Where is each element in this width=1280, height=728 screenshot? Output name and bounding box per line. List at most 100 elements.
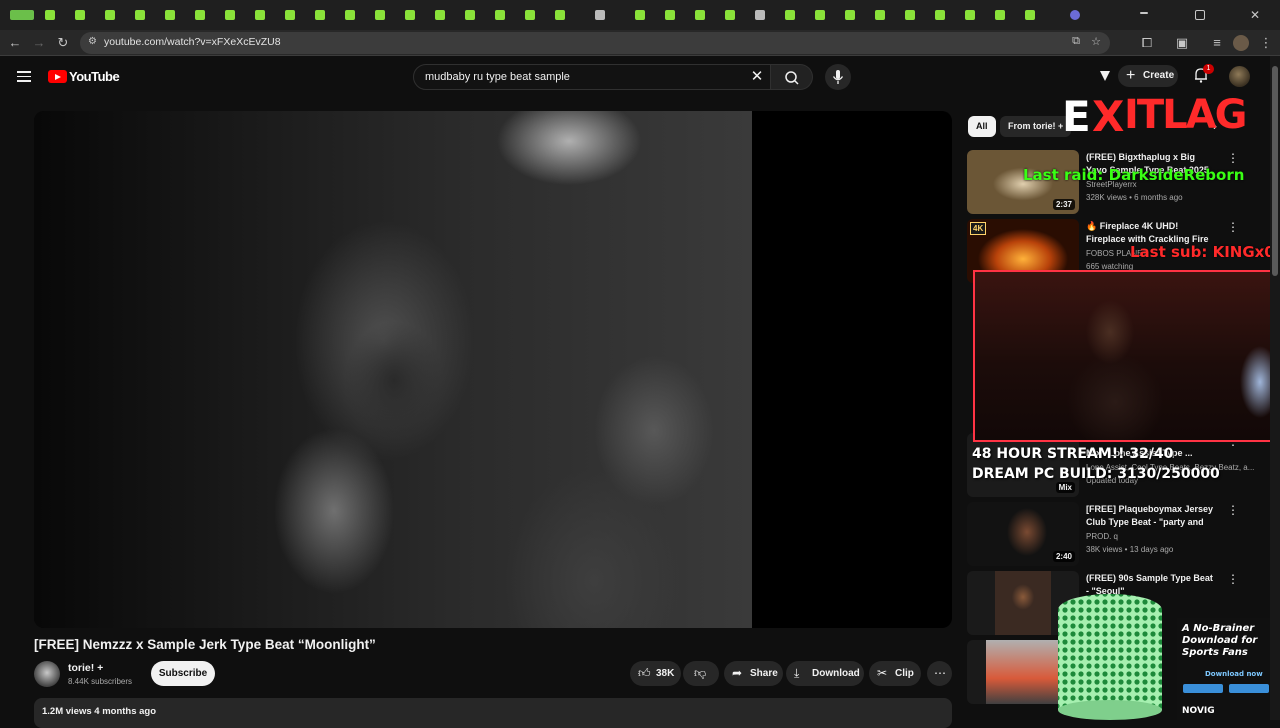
more-horizontal-icon: ⋯	[934, 666, 946, 680]
account-avatar[interactable]	[1229, 66, 1250, 87]
tab-favicon[interactable]	[10, 10, 34, 20]
tab-favicon[interactable]	[875, 10, 885, 20]
ad-headline-3: Sports Fans	[1182, 647, 1248, 658]
tab-favicon[interactable]	[285, 10, 295, 20]
tab-favicon[interactable]	[1070, 10, 1080, 20]
tab-favicon[interactable]	[665, 10, 675, 20]
tab-favicon[interactable]	[815, 10, 825, 20]
youtube-logo[interactable]: YouTube	[48, 69, 120, 85]
notifications-button[interactable]: 1	[1192, 64, 1214, 84]
video-thumbnail[interactable]: Mix	[967, 433, 1079, 497]
more-vertical-icon[interactable]: ⋮	[1227, 572, 1239, 586]
tab-favicon[interactable]	[525, 10, 535, 20]
tab-favicon[interactable]	[195, 10, 205, 20]
like-button[interactable]: 👍︎ 38K	[630, 661, 681, 686]
channel-name[interactable]: torie! +	[68, 662, 103, 674]
scrollbar-thumb[interactable]	[1272, 66, 1278, 276]
tab-favicon[interactable]	[255, 10, 265, 20]
clip-button[interactable]: ✂ Clip	[869, 661, 921, 686]
address-url[interactable]: youtube.com/watch?v=xFXeXcEvZU8	[104, 36, 281, 48]
tab-favicon[interactable]	[465, 10, 475, 20]
plus-icon: +	[1126, 67, 1136, 84]
tab-favicon[interactable]	[225, 10, 235, 20]
tab-favicon[interactable]	[725, 10, 735, 20]
tab-favicon[interactable]	[785, 10, 795, 20]
search-input[interactable]: mudbaby ru type beat sample ✕	[413, 64, 771, 90]
close-window-icon[interactable]: ✕	[1250, 9, 1260, 21]
maximize-icon[interactable]	[1195, 10, 1205, 20]
more-actions-button[interactable]: ⋯	[927, 661, 952, 686]
sidebar-icon[interactable]: ▣	[1174, 35, 1190, 51]
minimize-icon[interactable]	[1140, 12, 1148, 14]
site-info-icon[interactable]: ⚙	[88, 36, 97, 47]
reading-list-icon[interactable]: ≡	[1209, 35, 1225, 51]
recommendation-meta: 328K views • 6 months ago	[1086, 193, 1183, 202]
extensions-icon[interactable]: ⧠	[1139, 35, 1155, 51]
search-value[interactable]: mudbaby ru type beat sample	[425, 71, 570, 83]
download-icon: ⤓	[794, 666, 800, 680]
tab-favicon[interactable]	[75, 10, 85, 20]
tab-favicon[interactable]	[315, 10, 325, 20]
more-vertical-icon[interactable]: ⋮	[1227, 151, 1239, 165]
tab-favicon[interactable]	[845, 10, 855, 20]
dislike-button[interactable]: 👎︎	[683, 661, 719, 686]
last-raid-overlay: Last raid: DarksideReborn	[1023, 166, 1245, 184]
subscribe-button[interactable]: Subscribe	[151, 661, 215, 686]
tab-favicon[interactable]	[905, 10, 915, 20]
voice-search-button[interactable]	[825, 64, 851, 90]
ad-cta: Download now	[1205, 670, 1263, 678]
description-box[interactable]: 1.2M views 4 months ago	[34, 698, 952, 728]
tab-favicon[interactable]	[45, 10, 55, 20]
create-button[interactable]: + Create	[1118, 65, 1178, 87]
page-scrollbar[interactable]	[1270, 56, 1280, 720]
menu-icon[interactable]	[17, 71, 31, 82]
clear-search-icon[interactable]: ✕	[748, 68, 766, 86]
tab-favicon[interactable]	[635, 10, 645, 20]
cast-extension-icon[interactable]	[1097, 68, 1113, 84]
video-thumbnail[interactable]: 2:40	[967, 502, 1079, 566]
browser-tab-strip: ✕	[0, 0, 1280, 30]
tab-favicon[interactable]	[495, 10, 505, 20]
video-frame[interactable]	[34, 111, 752, 628]
address-bar[interactable]: ⚙ youtube.com/watch?v=xFXeXcEvZU8 ⧉ ☆	[80, 32, 1110, 54]
profile-avatar[interactable]	[1233, 35, 1249, 51]
search-button[interactable]	[771, 64, 813, 90]
tab-favicon[interactable]	[965, 10, 975, 20]
recommendation-channel[interactable]: PROD. q	[1086, 532, 1118, 541]
cast-icon[interactable]: ⧉	[1072, 35, 1080, 48]
notification-badge: 1	[1203, 64, 1214, 74]
tab-favicon[interactable]	[375, 10, 385, 20]
channel-avatar[interactable]	[34, 661, 60, 687]
forward-icon[interactable]: →	[31, 35, 47, 51]
tab-favicon[interactable]	[435, 10, 445, 20]
tab-favicon[interactable]	[105, 10, 115, 20]
tab-favicon[interactable]	[695, 10, 705, 20]
tab-favicon[interactable]	[345, 10, 355, 20]
back-icon[interactable]: ←	[7, 35, 23, 51]
tab-favicon[interactable]	[165, 10, 175, 20]
tab-favicon[interactable]	[755, 10, 765, 20]
chip-all[interactable]: All	[968, 116, 996, 137]
reload-icon[interactable]: ↻	[55, 35, 71, 51]
tab-favicon[interactable]	[995, 10, 1005, 20]
tab-favicon[interactable]	[935, 10, 945, 20]
tab-favicon[interactable]	[135, 10, 145, 20]
thumbnail-image	[995, 571, 1051, 635]
bookmark-star-icon[interactable]: ☆	[1091, 35, 1101, 48]
stream-goal-line-1: 48 HOUR STREAM!! 32/40	[972, 446, 1174, 462]
tab-favicon[interactable]	[1025, 10, 1035, 20]
more-vertical-icon[interactable]: ⋮	[1227, 220, 1239, 234]
tab-favicon[interactable]	[405, 10, 415, 20]
tab-favicon[interactable]	[555, 10, 565, 20]
download-button[interactable]: ⤓ Download	[786, 661, 864, 686]
chip-from-channel[interactable]: From torie! +	[1000, 116, 1072, 137]
recommendation-title[interactable]: [FREE] Plaqueboymax Jersey Club Type Bea…	[1086, 503, 1216, 530]
tab-favicon[interactable]	[595, 10, 605, 20]
share-button[interactable]: ➦ Share	[724, 661, 783, 686]
more-vertical-icon[interactable]: ⋮	[1227, 503, 1239, 517]
recommendation-item[interactable]: Mix Mix - Lone Assist Type ... Lone Assi…	[967, 433, 1254, 497]
recommendation-meta: 38K views • 13 days ago	[1086, 545, 1174, 554]
video-player[interactable]	[34, 111, 952, 628]
browser-menu-icon[interactable]: ⋮	[1258, 35, 1274, 51]
recommendation-item[interactable]: 2:40 [FREE] Plaqueboymax Jersey Club Typ…	[967, 502, 1247, 566]
